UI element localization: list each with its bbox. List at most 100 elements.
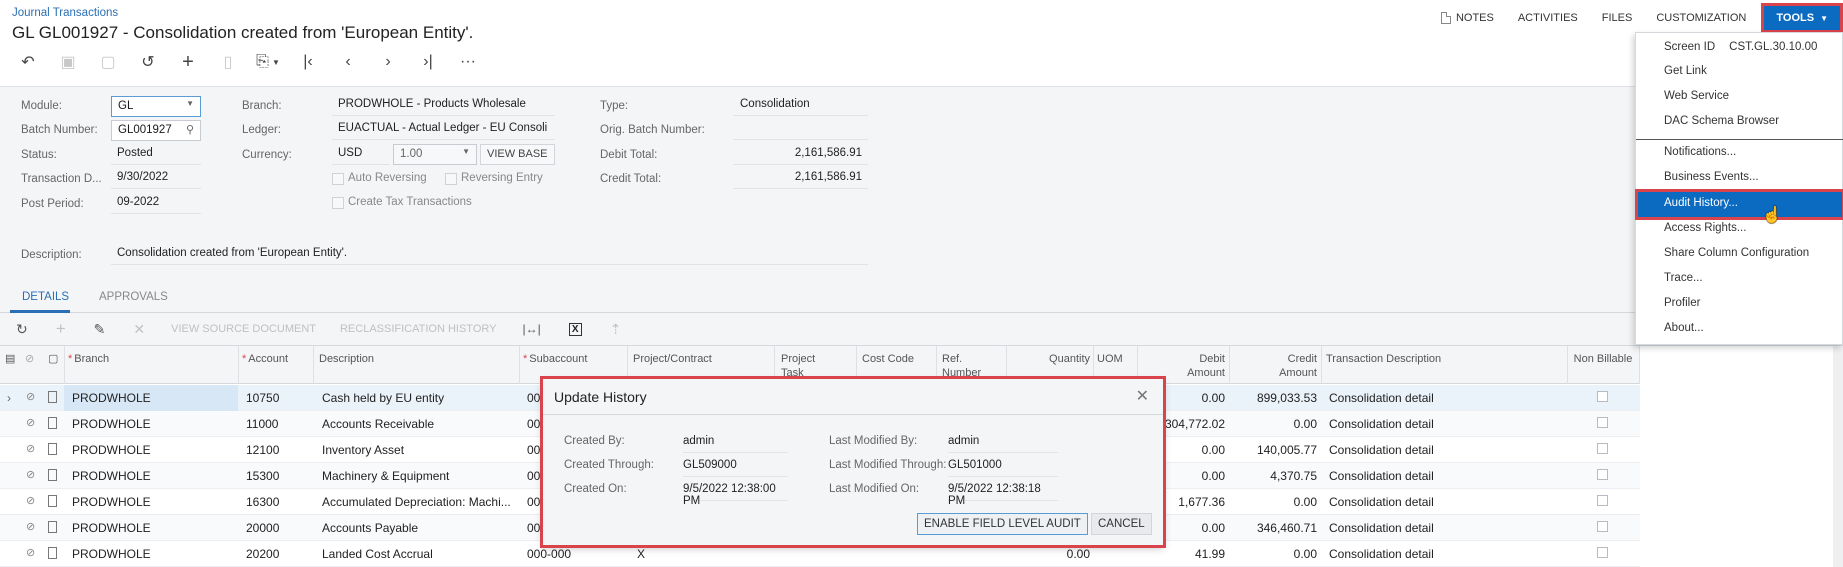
- column-header-account[interactable]: * Account: [242, 352, 288, 366]
- auto-reversing-checkbox[interactable]: [332, 173, 344, 185]
- upload-icon[interactable]: ⇡: [596, 321, 636, 338]
- column-header-quantity[interactable]: Quantity: [1010, 352, 1090, 366]
- cell-credit[interactable]: 0.00: [1232, 417, 1317, 431]
- cell-description[interactable]: Inventory Asset: [322, 443, 404, 457]
- tab-approvals[interactable]: APPROVALS: [99, 291, 168, 303]
- menu-item-business-events[interactable]: Business Events...: [1636, 166, 1843, 191]
- cell-transaction-description[interactable]: Consolidation detail: [1329, 391, 1434, 405]
- note-icon[interactable]: [48, 495, 57, 507]
- create-tax-checkbox[interactable]: [332, 197, 344, 209]
- save-icon[interactable]: ▢: [88, 50, 128, 74]
- cell-credit[interactable]: 0.00: [1232, 547, 1317, 561]
- save-close-icon[interactable]: ▣: [48, 50, 88, 74]
- cell-description[interactable]: Accounts Payable: [322, 521, 418, 535]
- tools-button[interactable]: TOOLS ▼: [1761, 3, 1843, 33]
- note-icon[interactable]: [48, 443, 57, 455]
- cell-description[interactable]: Accumulated Depreciation: Machi...: [322, 495, 511, 509]
- last-icon[interactable]: ›|: [408, 50, 448, 74]
- cell-description[interactable]: Machinery & Equipment: [322, 469, 449, 483]
- cell-account[interactable]: 12100: [246, 443, 279, 457]
- batch-number-input[interactable]: GL001927 ⚲: [111, 120, 201, 141]
- column-header-transaction-description[interactable]: Transaction Description: [1326, 352, 1441, 366]
- reversing-entry-checkbox[interactable]: [445, 173, 457, 185]
- add-row-icon[interactable]: +: [42, 319, 80, 339]
- cell-description[interactable]: Cash held by EU entity: [322, 391, 444, 405]
- cell-credit[interactable]: 346,460.71: [1232, 521, 1317, 535]
- cell-subaccount[interactable]: 00: [527, 521, 540, 535]
- cell-branch[interactable]: PRODWHOLE: [64, 547, 238, 561]
- attachment-icon[interactable]: ⊘: [26, 442, 35, 455]
- non-billable-checkbox[interactable]: [1597, 417, 1608, 428]
- export-excel-icon[interactable]: X: [555, 322, 596, 336]
- fit-columns-icon[interactable]: |↔|: [508, 322, 554, 336]
- non-billable-checkbox[interactable]: [1597, 547, 1608, 558]
- cell-account[interactable]: 15300: [246, 469, 279, 483]
- more-icon[interactable]: ···: [448, 50, 488, 74]
- non-billable-checkbox[interactable]: [1597, 443, 1608, 454]
- cell-branch[interactable]: PRODWHOLE: [64, 469, 238, 483]
- customization-button[interactable]: CUSTOMIZATION: [1644, 6, 1758, 30]
- attachment-icon[interactable]: ⊘: [26, 546, 35, 559]
- note-icon[interactable]: [48, 547, 57, 559]
- menu-item-audit-history[interactable]: Audit History...: [1635, 189, 1843, 220]
- column-header-subaccount[interactable]: * Subaccount: [523, 352, 587, 366]
- attachment-icon[interactable]: ⊘: [26, 390, 35, 403]
- notes-button[interactable]: NOTES: [1429, 6, 1506, 30]
- cell-debit[interactable]: 41.99: [1140, 547, 1225, 561]
- close-icon[interactable]: ✕: [1136, 386, 1149, 406]
- edit-icon[interactable]: ✎: [80, 321, 120, 338]
- undo-icon[interactable]: ↺: [128, 50, 168, 74]
- non-billable-checkbox[interactable]: [1597, 495, 1608, 506]
- menu-item-dac-schema-browser[interactable]: DAC Schema Browser: [1636, 110, 1843, 135]
- column-header-cost-code[interactable]: Cost Code: [862, 352, 914, 366]
- cell-project[interactable]: X: [637, 547, 645, 561]
- module-select[interactable]: GL ▼: [111, 96, 201, 117]
- delete-row-icon[interactable]: ✕: [119, 321, 159, 338]
- first-icon[interactable]: |‹: [288, 50, 328, 74]
- scrollbar[interactable]: [1833, 346, 1843, 567]
- description-input[interactable]: Consolidation created from 'European Ent…: [111, 245, 868, 265]
- menu-item-share-column-configuration[interactable]: Share Column Configuration: [1636, 242, 1843, 267]
- tab-details[interactable]: DETAILS: [22, 291, 69, 303]
- note-icon[interactable]: [48, 391, 57, 403]
- cell-branch[interactable]: PRODWHOLE: [64, 495, 238, 509]
- non-billable-checkbox[interactable]: [1597, 469, 1608, 480]
- column-header-project-task[interactable]: Project Task: [781, 352, 831, 380]
- cell-subaccount[interactable]: 00: [527, 443, 540, 457]
- cell-quantity[interactable]: 0.00: [1010, 547, 1090, 561]
- cancel-button[interactable]: CANCEL: [1091, 513, 1152, 535]
- add-icon[interactable]: +: [168, 50, 208, 74]
- cell-subaccount[interactable]: 000-000: [527, 547, 571, 561]
- column-header-non-billable[interactable]: Non Billable: [1573, 352, 1633, 366]
- back-icon[interactable]: ↶: [8, 50, 48, 74]
- files-button[interactable]: FILES: [1590, 6, 1645, 30]
- cell-transaction-description[interactable]: Consolidation detail: [1329, 495, 1434, 509]
- menu-item-about[interactable]: About...: [1636, 317, 1843, 342]
- view-base-button[interactable]: VIEW BASE: [480, 144, 555, 165]
- currency-rate-select[interactable]: 1.00 ▼: [393, 144, 477, 165]
- cell-transaction-description[interactable]: Consolidation detail: [1329, 521, 1434, 535]
- cell-subaccount[interactable]: 00: [527, 495, 540, 509]
- delete-icon[interactable]: ▯: [208, 50, 248, 74]
- note-icon[interactable]: [48, 469, 57, 481]
- branch-input[interactable]: PRODWHOLE - Products Wholesale: [332, 96, 554, 116]
- menu-item-screen-id[interactable]: Screen ID CST.GL.30.10.00: [1636, 36, 1843, 61]
- cell-branch[interactable]: PRODWHOLE: [64, 521, 238, 535]
- cell-credit[interactable]: 0.00: [1232, 495, 1317, 509]
- next-icon[interactable]: ›: [368, 50, 408, 74]
- column-header-branch[interactable]: * Branch: [68, 352, 109, 366]
- cell-subaccount[interactable]: 00: [527, 417, 540, 431]
- column-header-credit[interactable]: Credit Amount: [1275, 352, 1317, 380]
- cell-transaction-description[interactable]: Consolidation detail: [1329, 547, 1434, 561]
- cell-account[interactable]: 20200: [246, 547, 279, 561]
- refresh-icon[interactable]: ↻: [0, 321, 42, 338]
- cell-description[interactable]: Landed Cost Accrual: [322, 547, 433, 561]
- breadcrumb[interactable]: Journal Transactions: [12, 7, 118, 19]
- reclassification-history-button[interactable]: RECLASSIFICATION HISTORY: [328, 323, 508, 335]
- cell-transaction-description[interactable]: Consolidation detail: [1329, 417, 1434, 431]
- menu-item-web-service[interactable]: Web Service: [1636, 85, 1843, 110]
- cell-account[interactable]: 10750: [246, 391, 279, 405]
- column-header-project[interactable]: Project/Contract: [633, 352, 712, 366]
- column-header-ref-number[interactable]: Ref. Number: [942, 352, 988, 380]
- menu-item-access-rights[interactable]: Access Rights...: [1636, 217, 1843, 242]
